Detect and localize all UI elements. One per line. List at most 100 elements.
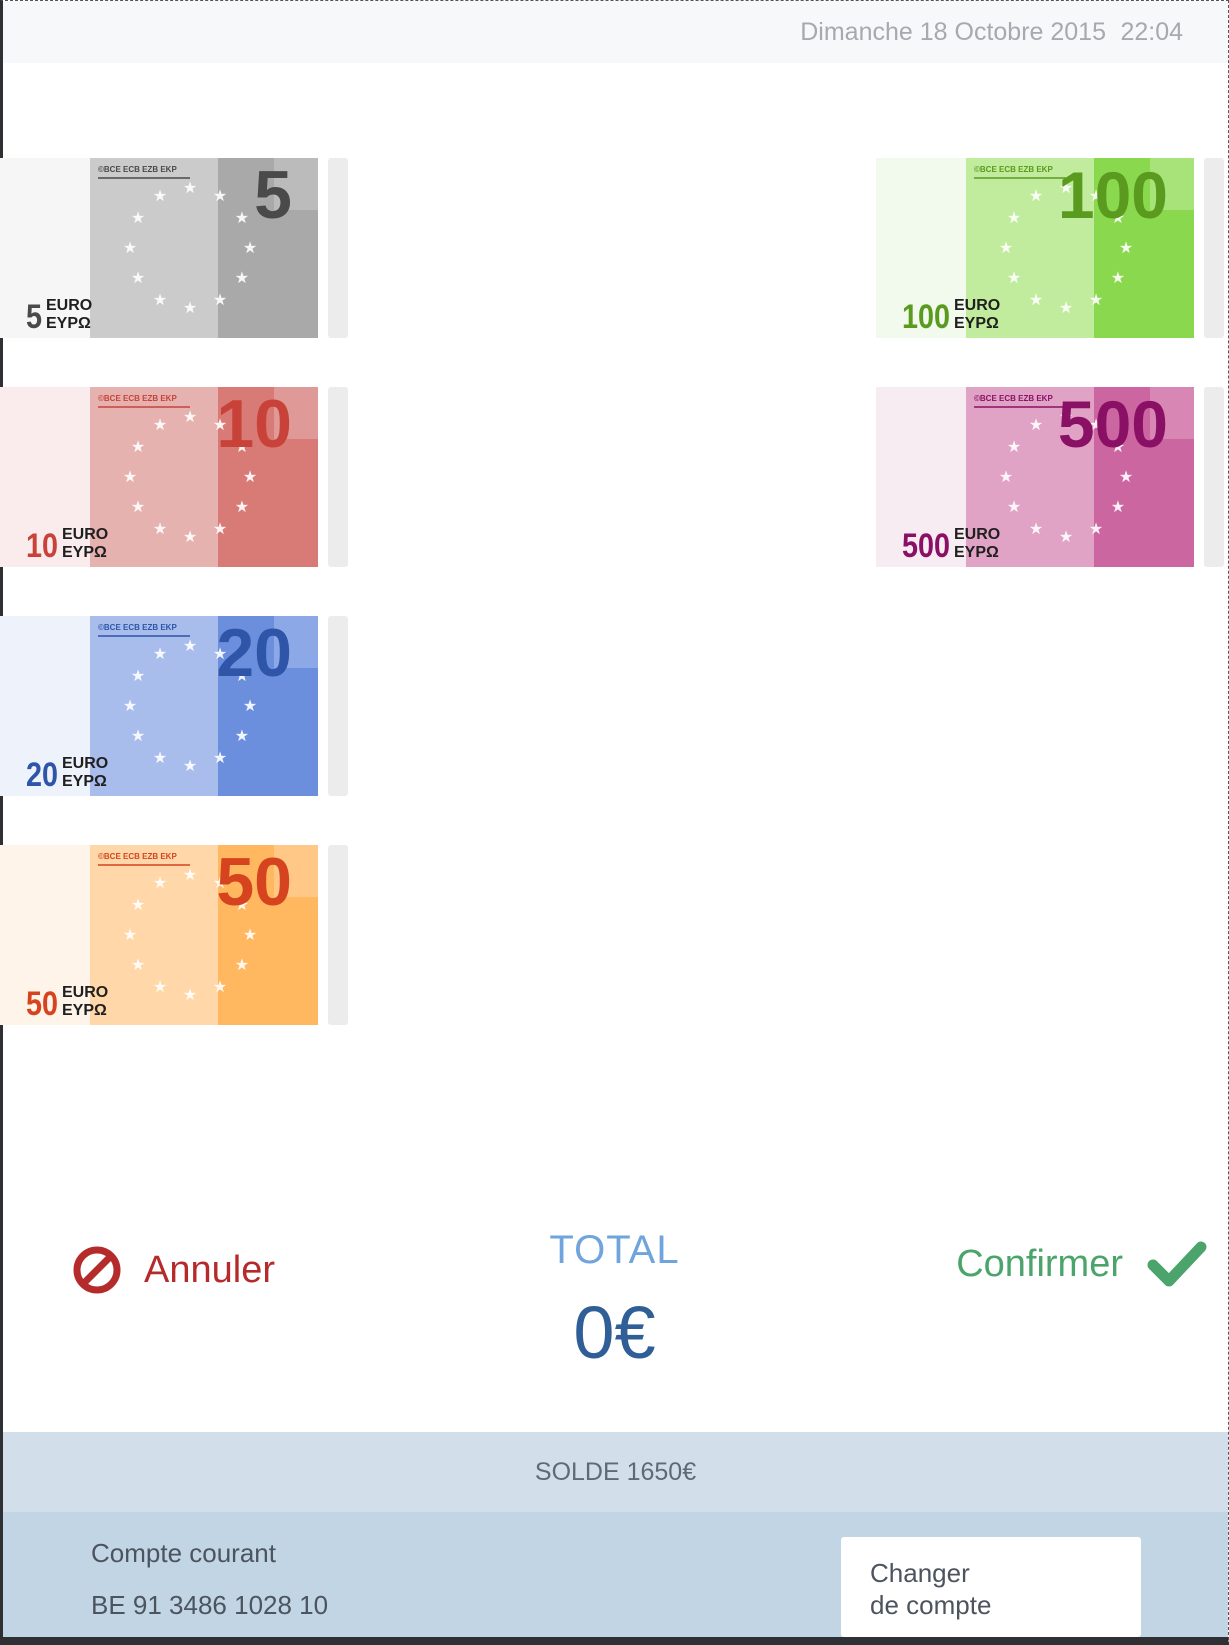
- note-star: ★: [131, 955, 145, 974]
- note-star: ★: [213, 186, 227, 205]
- note-currency-greek: EYPΩ: [62, 773, 107, 790]
- note-star: ★: [999, 467, 1013, 486]
- note-star: ★: [131, 268, 145, 287]
- note-star: ★: [183, 298, 197, 317]
- banknote-10-euro[interactable]: ★ ★ ★ ★ ★ ★ ★ ★ ★ ★ ★ ★ ©BCE ECB EZB EKP 10 10 EURO EYPΩ: [0, 387, 360, 567]
- note-star: ★: [235, 208, 249, 227]
- banknote-500-euro[interactable]: ★ ★ ★ ★ ★ ★ ★ ★ ★ ★ ★ ★ ©BCE ECB EZB EKP 500 500 EURO EY…: [876, 387, 1229, 567]
- balance-bar: SOLDE 1650€: [3, 1432, 1228, 1512]
- note-star: ★: [131, 895, 145, 914]
- note-star: ★: [213, 290, 227, 309]
- confirm-button[interactable]: Confirmer: [956, 1236, 1207, 1292]
- note-big-value: 10: [216, 387, 292, 462]
- note-star: ★: [999, 238, 1013, 257]
- banknote-100-euro[interactable]: ★ ★ ★ ★ ★ ★ ★ ★ ★ ★ ★ ★ ©BCE ECB EZB EKP 100 100 EURO EY…: [876, 158, 1229, 338]
- note-big-value: 50: [216, 845, 292, 920]
- note-small-value: 50: [26, 985, 58, 1023]
- account-type: Compte courant: [91, 1538, 276, 1568]
- account-iban: BE 91 3486 1028 10: [91, 1590, 329, 1620]
- note-star: ★: [153, 977, 167, 996]
- note-star: ★: [1111, 268, 1125, 287]
- note-currency-greek: EYPΩ: [62, 544, 107, 561]
- change-account-button[interactable]: Changer de compte: [841, 1537, 1141, 1637]
- note-star: ★: [235, 497, 249, 516]
- note-currency-label: EURO: [954, 297, 1000, 314]
- note-big-value: 500: [1058, 387, 1168, 461]
- note-star: ★: [183, 985, 197, 1004]
- note-star: ★: [235, 268, 249, 287]
- note-star: ★: [235, 955, 249, 974]
- balance-text: SOLDE 1650€: [534, 1458, 697, 1486]
- note-big-value: 20: [216, 616, 292, 691]
- note-star: ★: [131, 726, 145, 745]
- note-center-panel: [90, 387, 218, 567]
- note-star: ★: [1007, 268, 1021, 287]
- note-star: ★: [131, 497, 145, 516]
- note-header-text: ©BCE ECB EZB EKP: [974, 165, 1053, 174]
- note-header-text: ©BCE ECB EZB EKP: [98, 394, 177, 403]
- note-star: ★: [243, 696, 257, 715]
- note-star: ★: [1007, 437, 1021, 456]
- note-edge-strip: [328, 158, 348, 338]
- note-small-value: 10: [26, 527, 58, 565]
- note-small-value: 500: [902, 527, 950, 565]
- note-star: ★: [243, 238, 257, 257]
- note-star: ★: [1089, 290, 1103, 309]
- note-star: ★: [213, 748, 227, 767]
- note-star: ★: [183, 865, 197, 884]
- note-star: ★: [183, 756, 197, 775]
- note-center-panel: [90, 845, 218, 1025]
- note-star: ★: [131, 208, 145, 227]
- note-currency-label: EURO: [62, 755, 108, 772]
- banknote-20-euro[interactable]: ★ ★ ★ ★ ★ ★ ★ ★ ★ ★ ★ ★ ©BCE ECB EZB EKP 20 20 EURO EYPΩ: [0, 616, 360, 796]
- note-star: ★: [183, 527, 197, 546]
- note-star: ★: [123, 467, 137, 486]
- note-star: ★: [153, 748, 167, 767]
- note-star: ★: [1059, 298, 1073, 317]
- note-star: ★: [131, 666, 145, 685]
- note-small-value: 20: [26, 756, 58, 794]
- note-header-text: ©BCE ECB EZB EKP: [98, 165, 177, 174]
- change-account-label: Changer de compte: [870, 1558, 992, 1620]
- banknote-50-euro[interactable]: ★ ★ ★ ★ ★ ★ ★ ★ ★ ★ ★ ★ ©BCE ECB EZB EKP 50 50 EURO EYPΩ: [0, 845, 360, 1025]
- note-star: ★: [153, 186, 167, 205]
- note-currency-greek: EYPΩ: [954, 544, 999, 561]
- note-star: ★: [183, 636, 197, 655]
- confirm-label: Confirmer: [956, 1242, 1123, 1285]
- note-currency-greek: EYPΩ: [46, 315, 91, 332]
- note-big-value: 100: [1058, 158, 1168, 232]
- note-header-text: ©BCE ECB EZB EKP: [98, 852, 177, 861]
- note-star: ★: [123, 925, 137, 944]
- note-currency-label: EURO: [62, 526, 108, 543]
- note-edge-strip: [328, 616, 348, 796]
- note-star: ★: [213, 519, 227, 538]
- note-star: ★: [153, 873, 167, 892]
- note-star: ★: [243, 467, 257, 486]
- note-star: ★: [131, 437, 145, 456]
- note-header-text: ©BCE ECB EZB EKP: [98, 623, 177, 632]
- note-star: ★: [153, 644, 167, 663]
- note-header-text: ©BCE ECB EZB EKP: [974, 394, 1053, 403]
- note-star: ★: [153, 290, 167, 309]
- note-star: ★: [213, 977, 227, 996]
- banknote-5-euro[interactable]: ★ ★ ★ ★ ★ ★ ★ ★ ★ ★ ★ ★ ©BCE ECB EZB EKP 5 5 EURO EYPΩ: [0, 158, 360, 338]
- header-time: 22:04: [1120, 18, 1183, 46]
- note-star: ★: [1119, 238, 1133, 257]
- note-small-value: 5: [26, 298, 42, 336]
- checkmark-icon: [1147, 1241, 1207, 1287]
- note-star: ★: [1059, 527, 1073, 546]
- note-edge-strip: [1204, 158, 1224, 338]
- note-currency-label: EURO: [62, 984, 108, 1001]
- note-star: ★: [235, 726, 249, 745]
- note-star: ★: [1029, 415, 1043, 434]
- note-edge-strip: [328, 387, 348, 567]
- note-star: ★: [1029, 186, 1043, 205]
- note-star: ★: [1029, 290, 1043, 309]
- note-star: ★: [1089, 519, 1103, 538]
- note-star: ★: [243, 925, 257, 944]
- note-star: ★: [1119, 467, 1133, 486]
- note-edge-strip: [1204, 387, 1224, 567]
- note-star: ★: [1111, 497, 1125, 516]
- note-star: ★: [183, 407, 197, 426]
- note-star: ★: [1007, 497, 1021, 516]
